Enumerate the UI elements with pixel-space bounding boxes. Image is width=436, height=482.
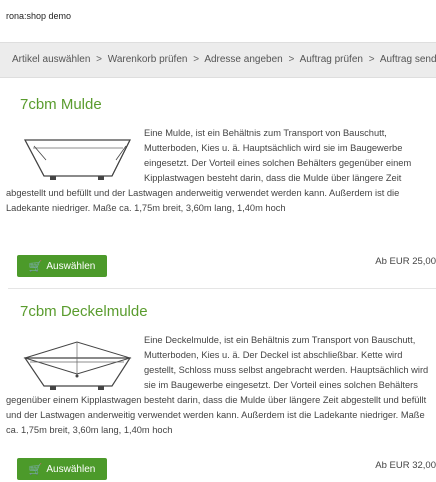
product-title[interactable]: 7cbm Mulde xyxy=(20,96,102,113)
step-check-order[interactable]: Auftrag prüfen xyxy=(300,54,363,65)
step-send-order[interactable]: Auftrag senden xyxy=(380,54,436,65)
product-price: Ab EUR 25,00 xyxy=(375,256,436,267)
step-select-article[interactable]: Artikel auswählen xyxy=(12,54,90,65)
select-button[interactable]: 🛒 Auswählen xyxy=(17,255,107,277)
product-price: Ab EUR 32,00 xyxy=(375,460,436,471)
product-description: Eine Mulde, ist ein Behältnis zum Transp… xyxy=(6,128,412,213)
product-divider xyxy=(8,288,436,289)
breadcrumb-separator: > xyxy=(368,54,375,65)
site-title: rona:shop demo xyxy=(6,11,72,21)
shopping-cart-icon: 🛒 xyxy=(28,463,43,476)
product-title[interactable]: 7cbm Deckelmulde xyxy=(20,303,148,320)
breadcrumb-separator: > xyxy=(193,54,200,65)
checkout-steps-breadcrumb: Artikel auswählen > Warenkorb prüfen > A… xyxy=(0,42,436,78)
topbar: rona:shop demo xyxy=(0,0,436,30)
product-description: Eine Deckelmulde, ist ein Behältnis zum … xyxy=(6,335,429,435)
shopping-cart-icon: 🛒 xyxy=(28,260,43,273)
select-button[interactable]: 🛒 Auswählen xyxy=(17,458,107,480)
step-check-cart[interactable]: Warenkorb prüfen xyxy=(108,54,188,65)
step-enter-address[interactable]: Adresse angeben xyxy=(204,54,282,65)
breadcrumb-separator: > xyxy=(288,54,295,65)
breadcrumb-separator: > xyxy=(96,54,102,65)
